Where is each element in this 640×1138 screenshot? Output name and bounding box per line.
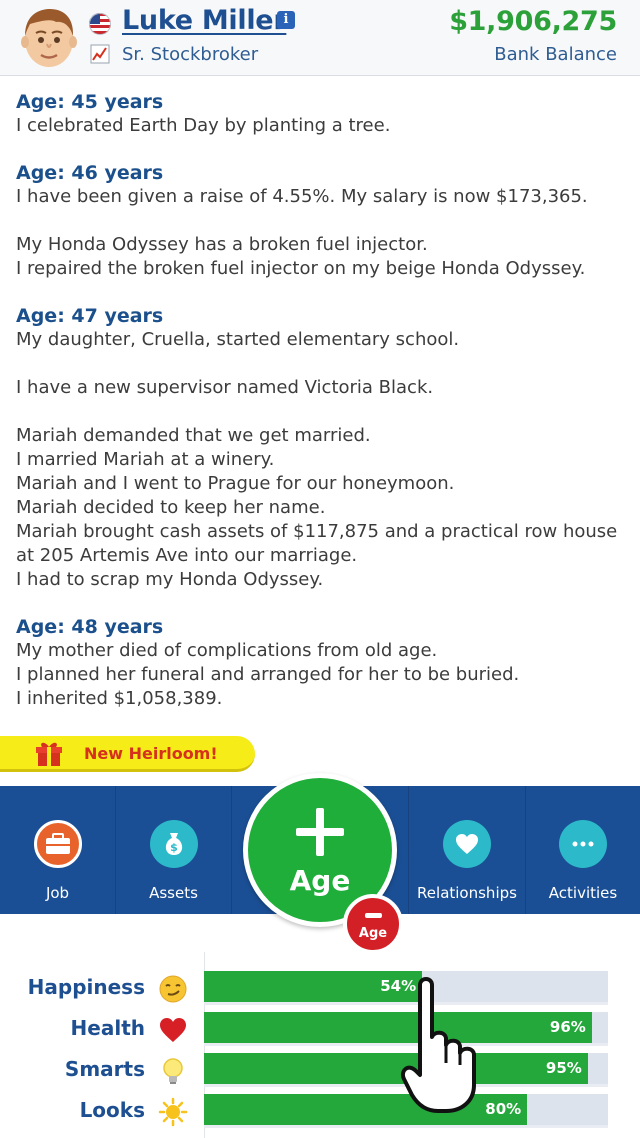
nav-job-label: Job (45, 884, 70, 902)
sun-icon (158, 1097, 188, 1127)
stat-label: Health (70, 1016, 145, 1040)
pointing-hand-icon (401, 977, 476, 1113)
entry-age: Age: 48 years (16, 616, 164, 638)
stat-value: 80% (485, 1100, 522, 1118)
nav-relationships-label: Relationships (417, 884, 517, 902)
svg-text:$: $ (170, 841, 178, 854)
avatar[interactable] (20, 6, 78, 70)
info-icon[interactable]: i (277, 11, 295, 29)
minus-icon (365, 913, 382, 918)
stat-bar-fill: 54% (204, 971, 423, 1002)
event-line: I have been given a raise of 4.55%. My s… (16, 186, 588, 207)
character-header: Luke Miller i Sr. Stockbroker $1,906,275… (0, 0, 640, 76)
event-line: My daughter, Cruella, started elementary… (16, 329, 460, 350)
nav-assets-button[interactable]: $ Assets (116, 786, 232, 914)
nav-assets-label: Assets (149, 884, 198, 902)
stat-bar-fill: 96% (204, 1012, 592, 1043)
feed-entry: Age: 46 years I have been given a raise … (16, 161, 626, 281)
event-line: I married Mariah at a winery. (16, 449, 275, 470)
stat-label: Happiness (27, 975, 145, 999)
stat-smarts: Smarts 95% (0, 1053, 640, 1087)
new-heirloom-banner[interactable]: New Heirloom! (0, 736, 255, 772)
heirloom-label: New Heirloom! (84, 744, 218, 763)
character-name[interactable]: Luke Miller (122, 5, 287, 36)
event-line: I had to scrap my Honda Odyssey. (16, 569, 324, 590)
entry-age: Age: 46 years (16, 162, 164, 184)
stat-bar-fill: 95% (204, 1053, 588, 1084)
bank-balance: $1,906,275 (449, 6, 617, 37)
entry-age: Age: 45 years (16, 91, 164, 113)
event-line: I repaired the broken fuel injector on m… (16, 258, 586, 279)
feed-entry: Age: 47 years My daughter, Cruella, star… (16, 304, 626, 592)
event-line: My mother died of complications from old… (16, 640, 438, 661)
bank-balance-label: Bank Balance (494, 44, 617, 65)
nav-relationships-button[interactable]: Relationships (408, 786, 526, 914)
us-flag-icon (89, 13, 111, 35)
stat-looks: Looks 80% (0, 1094, 640, 1128)
event-block: I have been given a raise of 4.55%. My s… (16, 185, 626, 209)
event-line: Mariah brought cash assets of $117,875 a… (16, 521, 618, 566)
age-down-label: Age (358, 926, 388, 941)
nav-activities-button[interactable]: Activities (526, 786, 640, 914)
stat-label: Smarts (64, 1057, 145, 1081)
money-bag-icon: $ (149, 820, 198, 868)
entry-age: Age: 47 years (16, 305, 164, 327)
more-dots-icon (559, 820, 607, 868)
event-line: I have a new supervisor named Victoria B… (16, 377, 434, 398)
event-block: My Honda Odyssey has a broken fuel injec… (16, 233, 626, 281)
gift-icon (36, 740, 62, 768)
briefcase-icon (33, 820, 82, 868)
event-line: Mariah demanded that we get married. (16, 425, 371, 446)
lightbulb-icon (163, 1058, 183, 1084)
event-line: Mariah decided to keep her name. (16, 497, 326, 518)
age-down-button[interactable]: Age (343, 894, 403, 954)
event-line: I planned her funeral and arranged for h… (16, 664, 520, 685)
job-title: Sr. Stockbroker (122, 44, 259, 65)
smirk-face-icon (159, 975, 187, 1003)
stat-value: 96% (549, 1018, 586, 1036)
nav-job-button[interactable]: Job (0, 786, 116, 914)
event-block: I celebrated Earth Day by planting a tre… (16, 114, 626, 138)
heart-icon (160, 1018, 186, 1042)
event-block: Mariah demanded that we get married. I m… (16, 424, 626, 592)
event-line: Mariah and I went to Prague for our hone… (16, 473, 455, 494)
life-event-feed[interactable]: Age: 45 years I celebrated Earth Day by … (16, 90, 626, 734)
event-line: My Honda Odyssey has a broken fuel injec… (16, 234, 428, 255)
age-up-label: Age (289, 864, 351, 897)
stat-health: Health 96% (0, 1012, 640, 1046)
event-line: I inherited $1,058,389. (16, 688, 223, 709)
nav-activities-label: Activities (548, 884, 618, 902)
stat-label: Looks (79, 1098, 145, 1122)
stock-chart-icon (90, 44, 110, 64)
stat-value: 95% (545, 1059, 582, 1077)
feed-entry: Age: 48 years My mother died of complica… (16, 615, 626, 711)
feed-entry: Age: 45 years I celebrated Earth Day by … (16, 90, 626, 138)
event-block: My mother died of complications from old… (16, 639, 626, 711)
stat-happiness: Happiness 54% (0, 971, 640, 1005)
event-block: I have a new supervisor named Victoria B… (16, 376, 626, 400)
heart-icon (443, 820, 491, 868)
event-line: I celebrated Earth Day by planting a tre… (16, 115, 391, 136)
event-block: My daughter, Cruella, started elementary… (16, 328, 626, 352)
plus-icon (296, 808, 344, 856)
